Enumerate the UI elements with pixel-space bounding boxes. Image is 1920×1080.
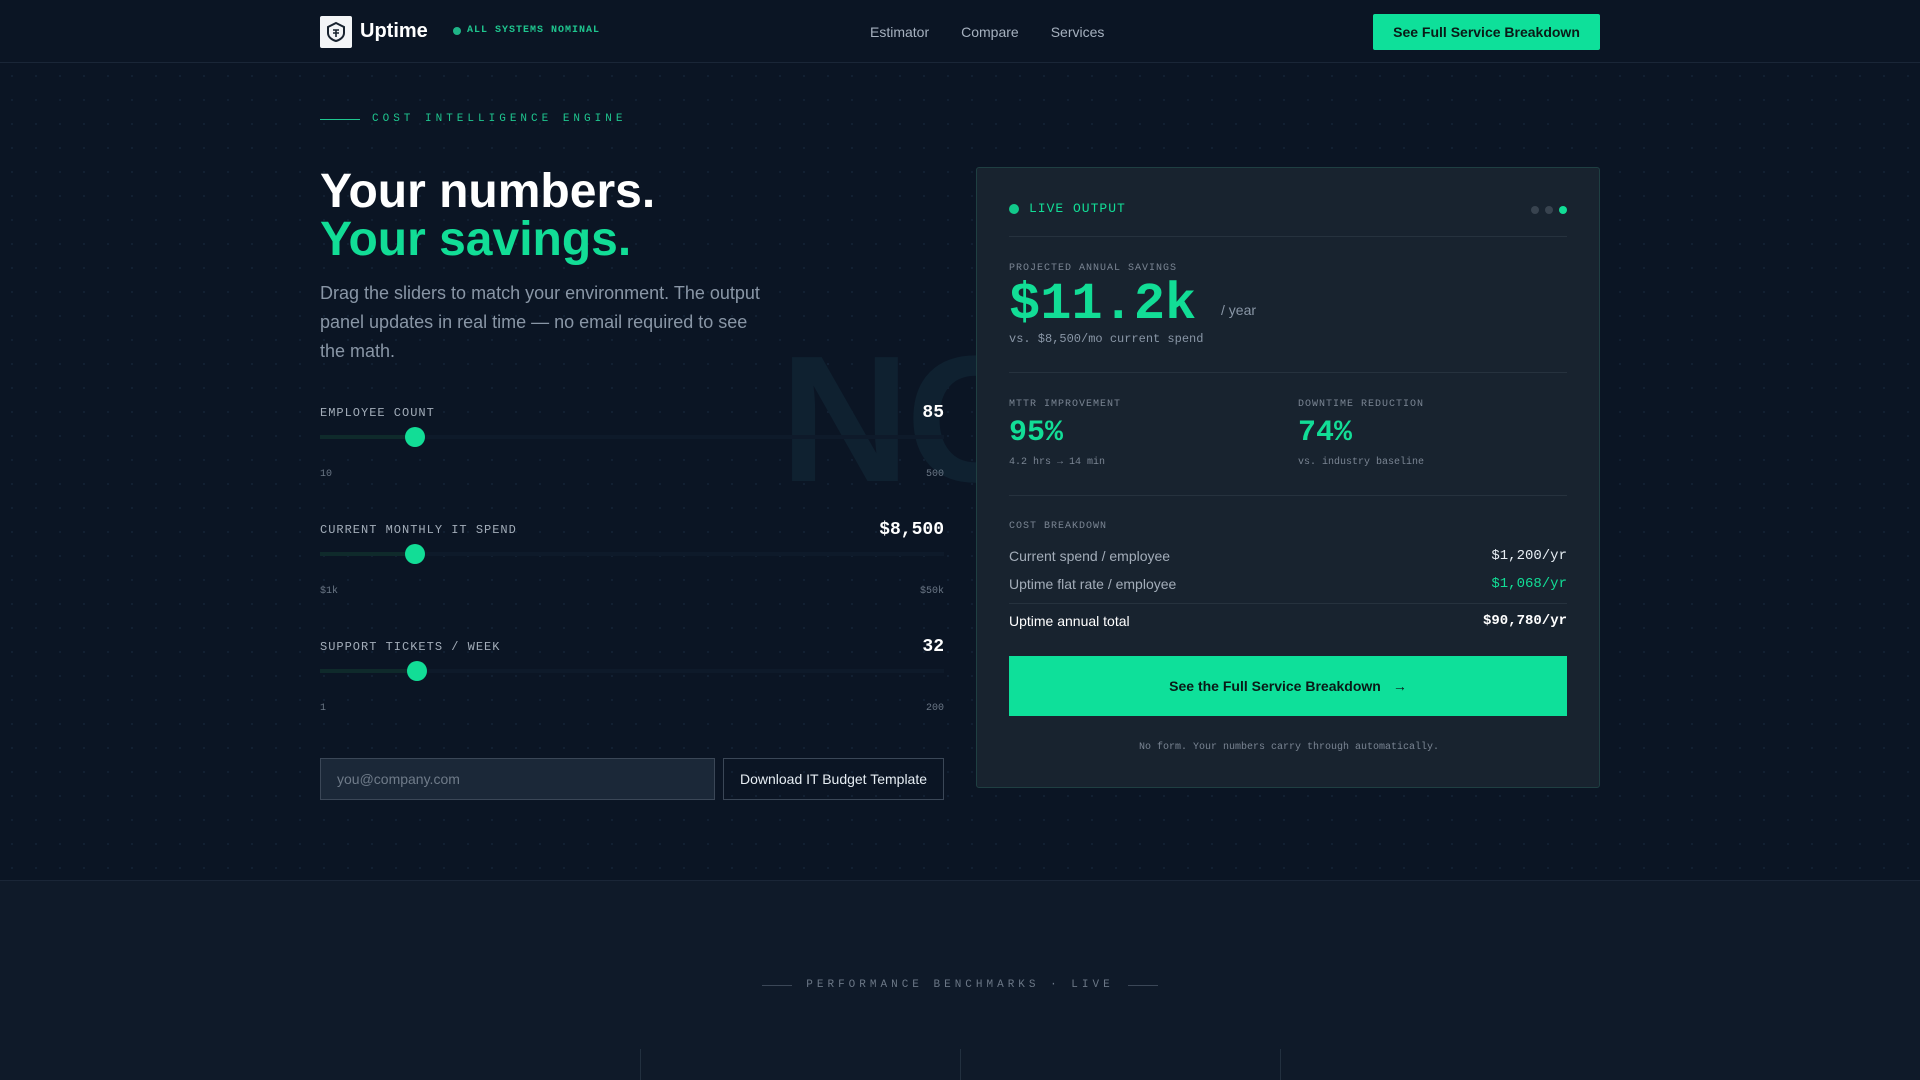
slider-label: EMPLOYEE COUNT [320, 406, 435, 420]
slider-label: CURRENT MONTHLY IT SPEND [320, 523, 517, 537]
row-label: Uptime annual total [1009, 613, 1130, 629]
breakdown-row: Uptime flat rate / employee $1,068/yr [1009, 576, 1567, 592]
card-footnote: No form. Your numbers carry through auto… [1138, 742, 1440, 753]
slider-track[interactable] [320, 427, 944, 447]
live-dot-icon [1009, 203, 1019, 214]
slider-fill [320, 669, 418, 673]
nav-link-estimator[interactable]: Estimator [870, 24, 929, 40]
hero-description: Drag the sliders to match your environme… [320, 283, 760, 361]
slider-max: $50k [919, 586, 944, 597]
mttr-value: 95% [1009, 416, 1064, 450]
heading-line [762, 984, 793, 986]
breakdown-label: COST BREAKDOWN [1009, 521, 1108, 532]
row-label: Current spend / employee [1009, 548, 1171, 564]
cta-label: See the Full Service Breakdown [1169, 678, 1381, 694]
card-header: LIVE OUTPUT [1009, 201, 1126, 216]
slider-value: 85 [922, 403, 944, 423]
slider-track[interactable] [320, 661, 944, 681]
slider-fill [320, 435, 416, 439]
divider [1009, 372, 1567, 373]
row-label: Uptime flat rate / employee [1009, 576, 1177, 592]
row-value: $1,068/yr [1491, 576, 1567, 592]
slider-thumb[interactable] [405, 544, 426, 564]
stat-divider [1280, 1049, 1281, 1080]
employee-count-slider: EMPLOYEE COUNT 85 10 500 [320, 403, 944, 496]
downtime-label: DOWNTIME REDUCTION [1298, 399, 1425, 410]
download-template-button[interactable]: Download IT Budget Template [723, 758, 944, 800]
eyebrow-line [320, 118, 360, 120]
support-tickets-slider: SUPPORT TICKETS / WEEK 32 1 200 [320, 637, 944, 730]
logo-shield-icon[interactable] [320, 16, 352, 48]
nav-cta-button[interactable]: See Full Service Breakdown [1373, 14, 1600, 50]
slider-thumb[interactable] [405, 427, 426, 447]
pager-dot[interactable] [1545, 206, 1553, 214]
savings-value: $11.2k [1009, 275, 1197, 334]
stat-divider [960, 1049, 961, 1080]
mttr-sub: 4.2 hrs → 14 min [1009, 457, 1106, 468]
slider-min: 1 [320, 703, 327, 714]
top-nav: Uptime ALL SYSTEMS NOMINAL Estimator Com… [0, 0, 1920, 63]
slider-value: $8,500 [879, 520, 944, 540]
status-dot-icon [453, 26, 461, 35]
per-year-label: / year [1221, 302, 1257, 318]
downtime-value: 74% [1298, 416, 1353, 450]
email-input[interactable]: you@company.com [320, 758, 715, 800]
slider-label: SUPPORT TICKETS / WEEK [320, 640, 501, 654]
row-value: $1,200/yr [1491, 548, 1567, 564]
arrow-right-icon: → [1392, 678, 1407, 694]
slider-track[interactable] [320, 544, 944, 564]
hero-eyebrow: COST INTELLIGENCE ENGINE [320, 113, 626, 125]
slider-min: 10 [320, 469, 333, 480]
slider-max: 200 [925, 703, 944, 714]
brand-name[interactable]: Uptime [360, 20, 428, 43]
eyebrow-text: COST INTELLIGENCE ENGINE [372, 113, 627, 125]
full-breakdown-button[interactable]: See the Full Service Breakdown → [1009, 656, 1567, 716]
slider-min: $1k [320, 586, 339, 597]
breakdown-row: Current spend / employee $1,200/yr [1009, 548, 1567, 564]
status-label: ALL SYSTEMS NOMINAL [467, 25, 601, 36]
slider-thumb[interactable] [407, 661, 428, 681]
downtime-sub: vs. industry baseline [1298, 457, 1425, 468]
nav-links: Estimator Compare Services [870, 24, 1104, 40]
benchmarks-section: PERFORMANCE BENCHMARKS · LIVE [0, 880, 1920, 1080]
mttr-label: MTTR IMPROVEMENT [1009, 399, 1122, 410]
divider [1009, 236, 1567, 237]
hero-title-line-2: Your savings. [320, 213, 632, 266]
slider-fill [320, 552, 416, 556]
pagination-dots [1531, 206, 1567, 214]
stat-divider [640, 1049, 641, 1080]
system-status: ALL SYSTEMS NOMINAL [453, 25, 600, 36]
divider [1009, 495, 1567, 496]
row-value: $90,780/yr [1482, 613, 1567, 629]
divider [1009, 603, 1567, 604]
slider-max: 500 [925, 469, 944, 480]
breakdown-total-row: Uptime annual total $90,780/yr [1009, 613, 1567, 629]
live-output-label: LIVE OUTPUT [1029, 201, 1126, 216]
nav-link-compare[interactable]: Compare [961, 24, 1019, 40]
pager-dot[interactable] [1531, 206, 1539, 214]
heading-line [1127, 984, 1158, 986]
live-output-card: LIVE OUTPUT PROJECTED ANNUAL SAVINGS $11… [976, 167, 1600, 788]
current-spend-note: vs. $8,500/mo current spend [1009, 332, 1204, 346]
benchmarks-heading: PERFORMANCE BENCHMARKS · LIVE [762, 979, 1158, 991]
nav-link-services[interactable]: Services [1051, 24, 1105, 40]
monthly-it-spend-slider: CURRENT MONTHLY IT SPEND $8,500 $1k $50k [320, 520, 944, 613]
savings-label: PROJECTED ANNUAL SAVINGS [1009, 263, 1178, 274]
benchmarks-title: PERFORMANCE BENCHMARKS · LIVE [806, 979, 1114, 991]
slider-value: 32 [922, 637, 944, 657]
pager-dot-active[interactable] [1559, 206, 1567, 214]
